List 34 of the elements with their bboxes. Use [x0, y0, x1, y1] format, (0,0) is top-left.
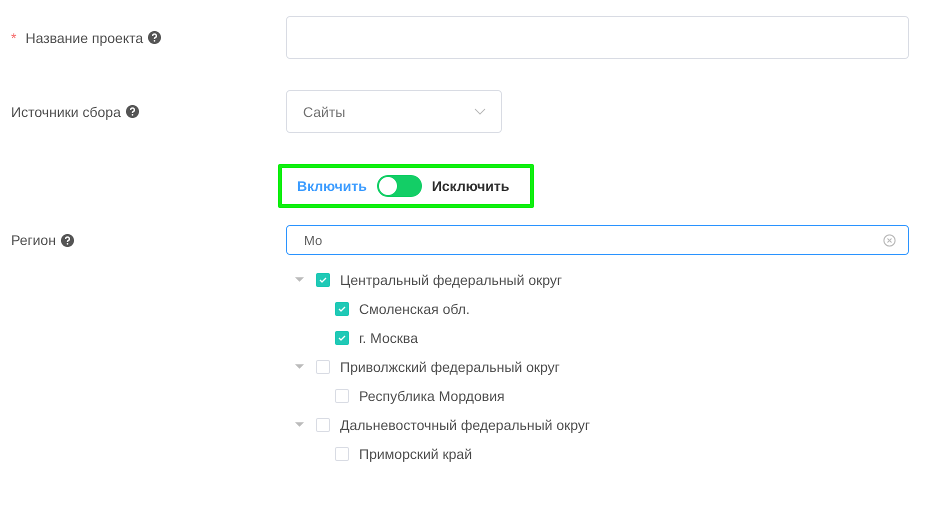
- source-select[interactable]: Сайты: [286, 90, 502, 133]
- help-icon[interactable]: [126, 105, 139, 118]
- chevron-down-icon: [474, 108, 486, 115]
- check-icon: [337, 332, 347, 342]
- checkbox[interactable]: [335, 302, 349, 316]
- checkbox[interactable]: [316, 360, 330, 374]
- check-icon: [337, 304, 347, 314]
- tree-item-label[interactable]: Республика Мордовия: [359, 388, 505, 404]
- caret-icon[interactable]: [295, 362, 304, 371]
- caret-icon[interactable]: [295, 420, 304, 429]
- tree-item-label[interactable]: Дальневосточный федеральный округ: [340, 416, 590, 432]
- clear-icon[interactable]: [883, 234, 896, 246]
- project-name-field[interactable]: [286, 16, 909, 59]
- tree-item-label[interactable]: г. Москва: [359, 330, 418, 346]
- checkbox[interactable]: [335, 388, 349, 402]
- checkbox[interactable]: [316, 272, 330, 286]
- field-label: Название проекта: [25, 30, 144, 46]
- check-icon: [318, 274, 328, 284]
- tree-item-label[interactable]: Приморский край: [359, 446, 472, 462]
- checkbox[interactable]: [316, 418, 330, 432]
- tree-item-label[interactable]: Центральный федеральный округ: [340, 272, 562, 288]
- checkbox[interactable]: [335, 330, 349, 344]
- tree-item-label[interactable]: Приволжский федеральный округ: [340, 358, 560, 374]
- toggle-switch[interactable]: [376, 175, 422, 197]
- required-mark: *: [11, 30, 16, 46]
- toggle-option[interactable]: Исключить: [432, 178, 510, 194]
- help-icon[interactable]: [148, 31, 162, 44]
- caret-icon[interactable]: [295, 275, 304, 284]
- checkbox[interactable]: [335, 446, 349, 460]
- tree-item-label[interactable]: Смоленская обл.: [359, 300, 470, 316]
- help-icon[interactable]: [60, 234, 74, 246]
- field-label: Регион: [11, 232, 56, 248]
- region-search-field[interactable]: Мо: [286, 225, 909, 255]
- field-label: Источники сбора: [11, 104, 121, 120]
